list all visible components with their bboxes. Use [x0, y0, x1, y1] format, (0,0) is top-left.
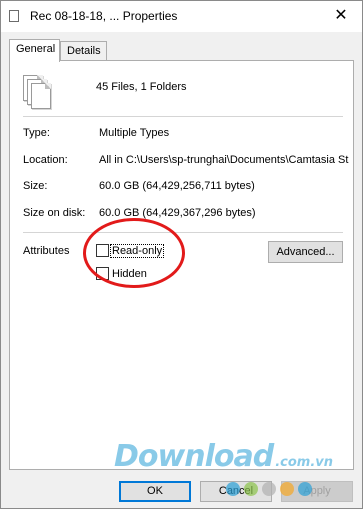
divider	[23, 232, 343, 233]
window-title: Rec 08-18-18, ... Properties	[30, 9, 178, 23]
divider	[23, 116, 343, 117]
close-icon[interactable]: ✕	[328, 4, 354, 28]
location-label: Location:	[23, 154, 68, 166]
multiple-files-icon	[23, 69, 55, 109]
watermark-logo: Download .com.vn	[114, 439, 333, 474]
tab-general[interactable]: General	[9, 39, 60, 62]
attributes-label: Attributes	[23, 245, 70, 257]
general-tab-panel: 45 Files, 1 Folders Type: Multiple Types…	[9, 60, 354, 470]
size-label: Size:	[23, 180, 48, 192]
size-on-disk-label: Size on disk:	[23, 207, 86, 219]
size-value: 60.0 GB (64,429,256,711 bytes)	[99, 180, 255, 192]
advanced-button[interactable]: Advanced...	[268, 241, 343, 263]
tab-details[interactable]: Details	[60, 41, 107, 61]
properties-window: Rec 08-18-18, ... Properties ✕ General D…	[0, 0, 363, 509]
type-value: Multiple Types	[99, 127, 170, 139]
type-label: Type:	[23, 127, 50, 139]
watermark-dots	[226, 482, 316, 496]
selection-summary: 45 Files, 1 Folders	[96, 81, 187, 93]
title-bar: Rec 08-18-18, ... Properties ✕	[1, 1, 362, 32]
annotation-circle	[83, 218, 185, 288]
location-value[interactable]: All in C:\Users\sp-trunghai\Documents\Ca…	[99, 154, 353, 166]
ok-button[interactable]: OK	[119, 481, 191, 502]
properties-doc-icon	[6, 10, 19, 27]
